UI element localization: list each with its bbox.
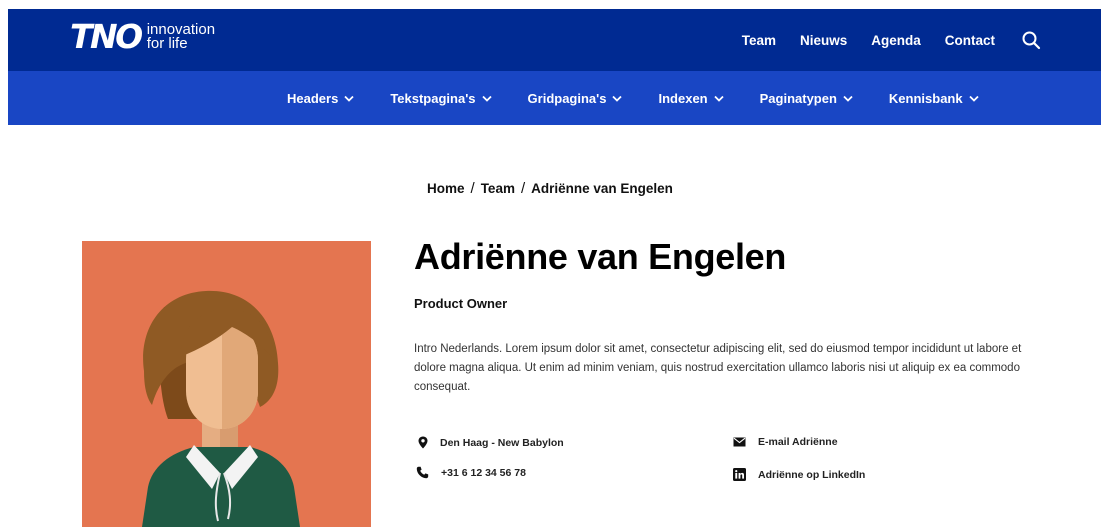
breadcrumb: Home / Team / Adriënne van Engelen — [427, 180, 673, 197]
logo-tagline: innovation for life — [146, 21, 216, 52]
top-nav-contact[interactable]: Contact — [945, 33, 995, 48]
top-nav-agenda[interactable]: Agenda — [871, 33, 921, 48]
menu-item-label: Headers — [287, 90, 339, 106]
chevron-down-icon — [481, 95, 492, 102]
breadcrumb-separator: / — [470, 180, 475, 197]
chevron-down-icon — [713, 95, 724, 102]
linkedin-icon — [733, 468, 746, 481]
avatar-illustration — [142, 290, 300, 527]
top-nav-team[interactable]: Team — [742, 33, 776, 48]
location-pin-icon — [418, 436, 428, 449]
menu-item-paginatypen[interactable]: Paginatypen — [760, 91, 853, 106]
location-text: Den Haag - New Babylon — [440, 436, 564, 449]
menu-item-label: Gridpagina's — [527, 90, 607, 106]
menu-item-kennisbank[interactable]: Kennisbank — [889, 91, 979, 106]
main-menu-bar: Headers Tekstpagina's Gridpagina's Index… — [8, 71, 1101, 125]
menu-item-indexen[interactable]: Indexen — [658, 90, 724, 106]
menu-item-label: Tekstpagina's — [390, 90, 476, 106]
email-link[interactable]: E-mail Adriënne — [758, 436, 838, 448]
linkedin-link[interactable]: Adriënne op LinkedIn — [758, 469, 865, 481]
intro-text: Intro Nederlands. Lorem ipsum dolor sit … — [414, 343, 1022, 393]
tno-logo[interactable]: TNO innovation for life — [70, 17, 216, 56]
breadcrumb-home[interactable]: Home — [427, 181, 465, 196]
email-icon — [733, 437, 746, 447]
menu-item-label: Paginatypen — [759, 90, 837, 106]
chevron-down-icon — [344, 95, 354, 102]
search-icon[interactable] — [1021, 30, 1041, 50]
menu-item-label: Indexen — [658, 90, 708, 106]
profile-portrait — [82, 241, 371, 527]
person-role: Product Owner — [414, 296, 508, 311]
breadcrumb-current: Adriënne van Engelen — [531, 181, 673, 196]
person-name: Adriënne van Engelen — [414, 236, 787, 277]
top-header-bar: TNO innovation for life Team Nieuws Agen… — [8, 9, 1101, 71]
menu-item-label: Kennisbank — [888, 90, 963, 106]
menu-item-gridpaginas[interactable]: Gridpagina's — [528, 91, 623, 106]
contact-linkedin[interactable]: Adriënne op LinkedIn — [733, 468, 865, 481]
contact-email[interactable]: E-mail Adriënne — [733, 436, 838, 448]
contact-location: Den Haag - New Babylon — [418, 436, 564, 449]
top-navigation: Team Nieuws Agenda Contact — [718, 9, 1041, 71]
chevron-down-icon — [843, 95, 853, 102]
logo-mark: TNO — [70, 17, 143, 56]
menu-item-tekstpaginas[interactable]: Tekstpagina's — [390, 90, 492, 106]
breadcrumb-separator: / — [520, 180, 526, 197]
menu-item-headers[interactable]: Headers — [287, 91, 354, 106]
main-menu: Headers Tekstpagina's Gridpagina's Index… — [287, 71, 979, 125]
chevron-down-icon — [968, 95, 979, 102]
phone-link[interactable]: +31 6 12 34 56 78 — [441, 467, 526, 479]
chevron-down-icon — [612, 95, 623, 102]
breadcrumb-team[interactable]: Team — [481, 181, 515, 196]
contact-phone[interactable]: +31 6 12 34 56 78 — [416, 466, 526, 479]
phone-icon — [416, 466, 429, 479]
top-nav-nieuws[interactable]: Nieuws — [800, 33, 847, 48]
